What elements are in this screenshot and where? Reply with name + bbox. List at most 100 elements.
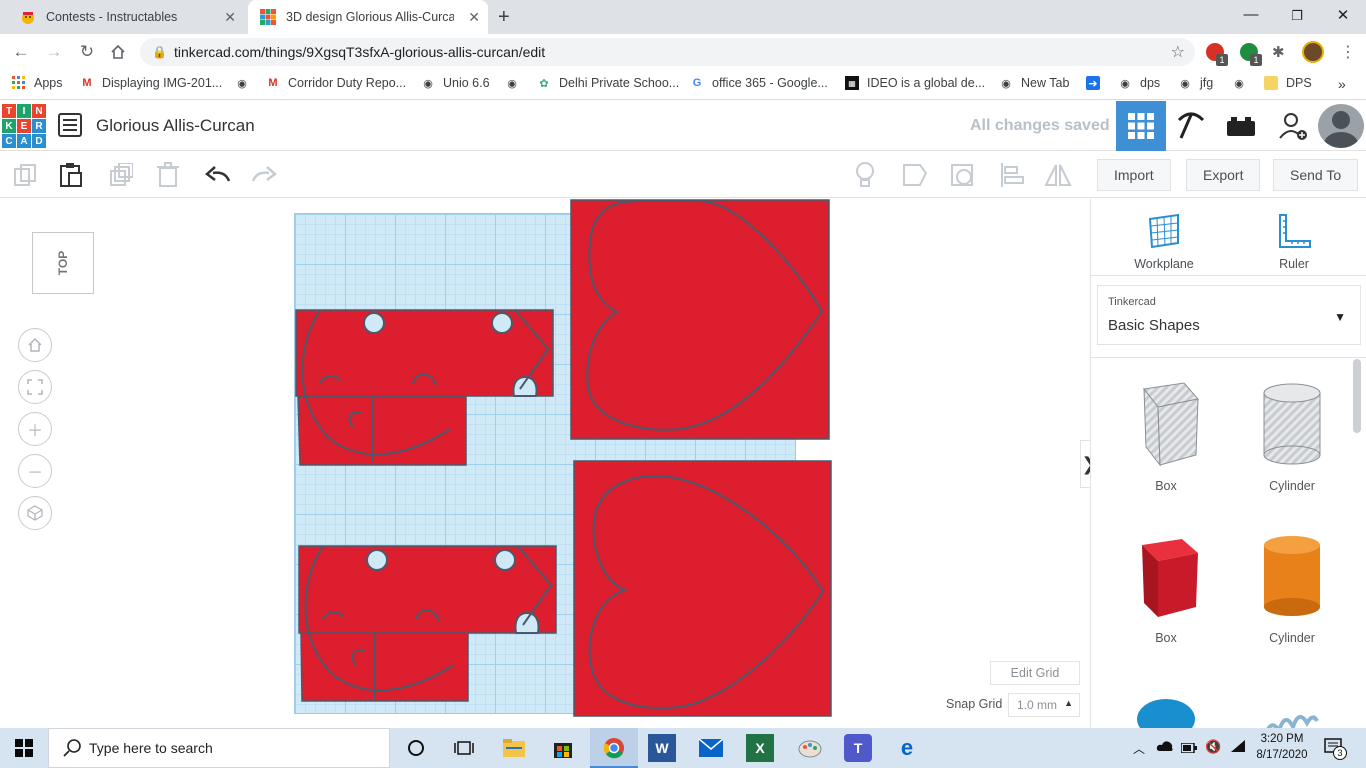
bookmark-item[interactable]: ◉ Unio 6.6	[421, 76, 489, 90]
wifi-icon[interactable]	[1230, 739, 1246, 756]
logo-letter: D	[32, 134, 46, 148]
new-tab-button[interactable]: +	[498, 6, 510, 29]
tab-tinkercad[interactable]: 3D design Glorious Allis-Curcan | ✕	[248, 0, 488, 34]
bookmark-item[interactable]: G office 365 - Google...	[690, 76, 828, 90]
taskbar-clock[interactable]: 3:20 PM 8/17/2020	[1252, 731, 1312, 763]
paste-icon[interactable]	[56, 160, 86, 190]
workplane-button[interactable]: Workplane	[1131, 213, 1197, 271]
shape-box-hole[interactable]: Box	[1111, 379, 1221, 519]
bookmark-star-icon[interactable]: ☆	[1171, 42, 1185, 62]
taskbar-search[interactable]: Type here to search	[48, 728, 390, 768]
caret-up-icon: ▲	[1064, 698, 1073, 708]
home-icon[interactable]	[107, 41, 129, 63]
edit-grid-button[interactable]: Edit Grid	[990, 661, 1080, 685]
panel-scrollbar[interactable]	[1353, 359, 1361, 433]
align-icon[interactable]	[997, 160, 1027, 190]
chrome-taskbar-button[interactable]	[590, 728, 638, 768]
design-menu-icon[interactable]	[58, 113, 82, 140]
puzzle-piece-top[interactable]	[295, 309, 554, 466]
send-to-button[interactable]: Send To	[1273, 159, 1359, 191]
bookmark-item[interactable]: M Displaying IMG-201...	[80, 76, 222, 90]
shape-cylinder[interactable]: Cylinder	[1237, 531, 1347, 671]
copy-icon[interactable]	[10, 160, 40, 190]
pickaxe-icon[interactable]	[1166, 101, 1216, 151]
shape-solid-icon[interactable]	[900, 160, 930, 190]
restore-icon[interactable]: ❐	[1282, 8, 1312, 24]
paint-icon[interactable]	[796, 734, 824, 762]
logo-letter: R	[32, 119, 46, 133]
close-tab-icon[interactable]: ✕	[224, 9, 236, 26]
tinkercad-logo[interactable]: T I N K E R C A D	[2, 104, 46, 148]
undo-icon[interactable]	[203, 160, 233, 190]
menu-dots-icon[interactable]: ⋮	[1340, 42, 1356, 62]
scribble-shape-icon[interactable]	[1261, 707, 1319, 728]
bookmark-item[interactable]: ▦ IDEO is a global de...	[845, 76, 985, 90]
sphere-shape-icon[interactable]	[1137, 699, 1195, 728]
volume-muted-icon[interactable]: 🔇	[1205, 739, 1221, 755]
bricks-icon[interactable]	[1216, 101, 1266, 151]
teams-icon[interactable]: T	[844, 734, 872, 762]
avatar[interactable]	[1302, 41, 1324, 63]
design-title[interactable]: Glorious Allis-Curcan	[96, 116, 255, 136]
task-view-icon[interactable]	[450, 734, 478, 762]
back-icon[interactable]: ←	[10, 41, 32, 63]
bookmarks-overflow[interactable]: »	[1338, 76, 1346, 92]
chevron-up-icon[interactable]: ︿	[1133, 740, 1145, 757]
shape-box[interactable]: Box	[1111, 531, 1221, 671]
puzzle-piece-bottom[interactable]	[298, 545, 557, 702]
battery-icon[interactable]	[1180, 741, 1197, 756]
bookmark-folder-dps[interactable]: DPS	[1264, 76, 1312, 90]
close-tab-icon[interactable]: ✕	[468, 9, 480, 26]
user-avatar[interactable]	[1318, 104, 1364, 148]
cloud-icon[interactable]	[1156, 740, 1174, 755]
minimize-icon[interactable]: —	[1236, 6, 1266, 23]
import-button[interactable]: Import	[1097, 159, 1171, 191]
bookmark-item[interactable]: ◉ New Tab	[999, 76, 1069, 90]
logo-letter: N	[32, 104, 46, 118]
forward-icon[interactable]: →	[43, 41, 65, 63]
bookmark-item[interactable]: ◉	[1232, 76, 1254, 90]
bookmark-item[interactable]: ◉	[505, 76, 527, 90]
mirror-icon[interactable]	[1043, 160, 1073, 190]
address-bar[interactable]: 🔒 tinkercad.com/things/9XgsqT3sfxA-glori…	[140, 38, 1195, 66]
word-icon[interactable]: W	[648, 734, 676, 762]
windows-start-icon[interactable]	[10, 734, 38, 762]
instructables-icon	[20, 9, 36, 25]
bookmark-item[interactable]: ➜	[1086, 76, 1108, 90]
bookmark-item[interactable]: ✿ Delhi Private Schoo...	[537, 76, 679, 90]
tab-contests[interactable]: Contests - Instructables ✕	[8, 0, 244, 34]
close-window-icon[interactable]: ✕	[1328, 6, 1358, 24]
bookmark-item[interactable]: ◉ dps	[1118, 76, 1160, 90]
bookmark-item[interactable]: ◉ jfg	[1178, 76, 1213, 90]
workplane-canvas[interactable]: TOP ＋ － Edit Grid Snap Grid 1.0 mm ▲	[0, 199, 1090, 728]
add-user-icon[interactable]	[1268, 101, 1318, 151]
store-icon[interactable]	[549, 734, 577, 762]
edge-icon[interactable]: e	[893, 734, 921, 762]
bookmark-item[interactable]: ◉	[235, 76, 257, 90]
excel-icon[interactable]: X	[746, 734, 774, 762]
shape-cylinder-hole[interactable]: Cylinder	[1237, 379, 1347, 519]
snap-grid-select[interactable]: 1.0 mm ▲	[1008, 693, 1080, 717]
redo-icon[interactable]	[249, 160, 279, 190]
lightbulb-icon[interactable]	[850, 160, 880, 190]
duplicate-icon[interactable]	[106, 160, 136, 190]
trash-icon[interactable]	[153, 160, 183, 190]
bookmark-apps[interactable]: Apps	[12, 76, 63, 90]
shape-library-select[interactable]: Tinkercad Basic Shapes ▼	[1097, 285, 1361, 345]
google-icon: G	[692, 77, 702, 89]
browser-toolbar: ← → ↻ 🔒 tinkercad.com/things/9XgsqT3sfxA…	[0, 34, 1366, 70]
3d-view-icon[interactable]	[1116, 101, 1166, 151]
shape-hole-icon[interactable]	[948, 160, 978, 190]
puzzle-icon[interactable]: ✱	[1272, 43, 1285, 61]
box-hole-icon	[1143, 382, 1199, 467]
export-button[interactable]: Export	[1186, 159, 1261, 191]
cortana-icon[interactable]	[402, 734, 430, 762]
mail-icon[interactable]	[697, 734, 725, 762]
file-explorer-icon[interactable]	[500, 734, 528, 762]
heart-plate-bottom[interactable]	[573, 460, 832, 717]
reload-icon[interactable]: ↻	[76, 41, 98, 63]
bookmark-item[interactable]: M Corridor Duty Repo...	[266, 76, 406, 90]
heart-plate-top[interactable]	[570, 199, 830, 440]
shape-label: Cylinder	[1269, 479, 1315, 493]
ruler-button[interactable]: Ruler	[1261, 213, 1327, 271]
